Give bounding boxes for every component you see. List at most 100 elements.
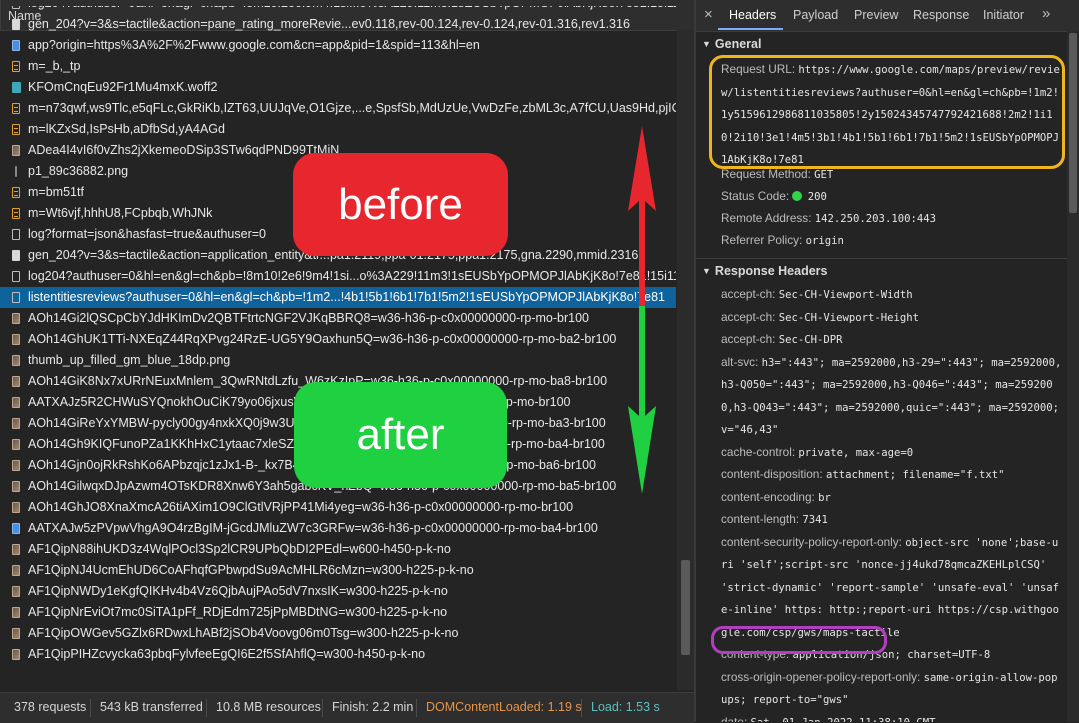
request-method-row: Request Method: GET [721, 164, 1063, 187]
request-name: AF1QipNWDy1eKgfQIKHv4b4Vz6QjbAujPAo5dV7n… [28, 584, 448, 598]
image-file-icon [12, 313, 20, 324]
image-file-icon [12, 502, 20, 513]
request-name: log204?authuser=0&hl=en&gl=ch&pb=!8m10!2… [28, 6, 676, 14]
request-row[interactable]: KFOmCnqEu92Fr1Mu4mxK.woff2 [0, 77, 676, 98]
request-row[interactable]: m=lKZxSd,IsPsHb,aDfbSd,yA4AGd [0, 119, 676, 140]
request-row[interactable]: AF1QipNJ4UcmEhUD6CoAFhqfGPbwpdSu9AcMHLR6… [0, 560, 676, 581]
response-header-row: content-length: 7341 [721, 509, 1063, 532]
response-header-value[interactable]: 7341 [802, 514, 828, 526]
resources-size: 10.8 MB resources [216, 700, 321, 714]
details-scrollbar[interactable] [1067, 31, 1079, 722]
request-name: log204?authuser=0&hl=en&gl=ch&pb=!8m10!2… [28, 269, 676, 283]
request-list-scrollbar[interactable] [677, 30, 694, 690]
request-row[interactable]: AATXAJw5zPVpwVhgA9O4rzBgIM-jGcdJMluZW7c3… [0, 518, 676, 539]
request-name: ADea4I4vI6f0vZhs2jXkemeoDSip3STw6qdPND99… [28, 143, 340, 157]
request-name: AF1QipPIHZcvycka63pbqFylvfeeEgQI6E2f5SfA… [28, 647, 426, 661]
image-file-icon [12, 628, 20, 639]
response-header-row: accept-ch: Sec-CH-Viewport-Height [721, 307, 1063, 330]
referrer-policy-row: Referrer Policy: origin [721, 230, 1063, 253]
response-header-value[interactable]: Sat, 01 Jan 2022 11:38:10 GMT [751, 717, 936, 723]
response-header-row: content-disposition: attachment; filenam… [721, 464, 1063, 487]
request-row[interactable]: m=_b,_tp [0, 56, 676, 77]
request-row-selected[interactable]: listentitiesreviews?authuser=0&hl=en&gl=… [0, 287, 676, 308]
request-row[interactable]: AF1QipPIHZcvycka63pbqFylvfeeEgQI6E2f5SfA… [0, 644, 676, 665]
section-divider [696, 258, 1067, 259]
status-code-key: Status Code: [721, 189, 790, 203]
load-time: Load: 1.53 s [591, 700, 660, 714]
double-arrow-icon [628, 126, 656, 494]
request-row[interactable]: AF1QipOWGev5GZlx6RDwxLhABf2jSOb4Voovg06m… [0, 623, 676, 644]
request-name: thumb_up_filled_gm_blue_18dp.png [28, 353, 231, 367]
request-row[interactable]: AF1QipNrEviOt7mc0SiTA1pFf_RDjEdm725jPpMB… [0, 602, 676, 623]
status-divider [206, 699, 207, 717]
image-file-icon [12, 607, 20, 618]
request-row[interactable]: AOh14Gi2lQSCpCbYJdHKImDv2QBTFtrtcNGF2VJK… [0, 308, 676, 329]
tab-initiator[interactable]: Initiator [983, 8, 1024, 22]
response-header-key: date: [721, 714, 748, 723]
content-type-highlight [711, 626, 887, 654]
dom-content-loaded: DOMContentLoaded: 1.19 s [426, 700, 582, 714]
transferred-size: 543 kB transferred [100, 700, 203, 714]
scrollbar-thumb[interactable] [681, 560, 690, 655]
image-file-icon [12, 145, 20, 156]
status-divider [322, 699, 323, 717]
more-tabs-icon[interactable]: » [1042, 5, 1051, 22]
request-row[interactable]: AOh14GhJO8XnaXmcA26tiAXim1O9ClGtlVRjPP41… [0, 497, 676, 518]
request-name: log?format=json&hasfast=true&authuser=0 [28, 227, 267, 241]
response-header-row: cross-origin-opener-policy-report-only: … [721, 667, 1063, 712]
response-header-row: cache-control: private, max-age=0 [721, 442, 1063, 465]
response-headers-title: Response Headers [714, 264, 828, 278]
response-header-value[interactable]: br [818, 492, 831, 504]
request-name: AOh14GhUK1TTi-NXEqZ44RqXPvg24RzE-UG5Y9Oa… [28, 332, 617, 346]
request-row[interactable]: log204?authuser=0&hl=en&gl=ch&pb=!8m10!2… [0, 6, 676, 14]
image-file-icon [12, 418, 20, 429]
response-header-key: alt-svc: [721, 354, 759, 369]
scrollbar-thumb[interactable] [1069, 33, 1077, 213]
request-row[interactable]: app?origin=https%3A%2F%2Fwww.google.com&… [0, 35, 676, 56]
request-url-highlight [709, 55, 1065, 169]
document-file-icon [12, 19, 20, 30]
close-icon[interactable]: × [704, 6, 713, 23]
tab-preview[interactable]: Preview [854, 8, 898, 22]
request-row[interactable]: AF1QipNWDy1eKgfQIKHv4b4Vz6QjbAujPAo5dV7n… [0, 581, 676, 602]
image-file-icon [12, 334, 20, 345]
request-row[interactable]: AOh14GhUK1TTi-NXEqZ44RqXPvg24RzE-UG5Y9Oa… [0, 329, 676, 350]
response-header-key: content-encoding: [721, 489, 815, 504]
after-label: after [294, 382, 507, 488]
tab-payload[interactable]: Payload [793, 8, 838, 22]
image-file-icon [12, 460, 20, 471]
response-header-key: content-disposition: [721, 467, 823, 481]
referrer-policy-value: origin [805, 235, 844, 247]
request-name: p1_89c36882.png [28, 164, 129, 178]
response-header-row: date: Sat, 01 Jan 2022 11:38:10 GMT [721, 712, 1063, 723]
font-file-icon [12, 82, 21, 93]
requests-count: 378 requests [14, 700, 87, 714]
response-header-value[interactable]: attachment; filename="f.txt" [826, 469, 1005, 481]
request-row[interactable]: m=n73qwf,ws9Tlc,e5qFLc,GkRiKb,IZT63,UUJq… [0, 98, 676, 119]
request-name: listentitiesreviews?authuser=0&hl=en&gl=… [28, 290, 665, 304]
script-file-icon [12, 124, 20, 135]
response-header-value[interactable]: h3=":443"; ma=2592000,h3-29=":443"; ma=2… [721, 357, 1061, 437]
tab-headers[interactable]: Headers [729, 8, 776, 22]
general-section-toggle[interactable]: ▼ General [702, 37, 761, 51]
request-row[interactable]: AF1QipN88ihUKD3z4WqlPOcl3Sp2lCR9UPbQbDI2… [0, 539, 676, 560]
script-file-icon [12, 103, 20, 114]
response-headers-toggle[interactable]: ▼ Response Headers [702, 264, 827, 278]
request-name: app?origin=https%3A%2F%2Fwww.google.com&… [28, 38, 480, 52]
status-code-row: Status Code: 200 [721, 186, 1063, 209]
request-name: m=_b,_tp [28, 59, 81, 73]
response-header-value[interactable]: Sec-CH-DPR [779, 334, 843, 346]
response-header-value[interactable]: Sec-CH-Viewport-Height [779, 312, 919, 324]
response-header-value[interactable]: object-src 'none';base-uri 'self';script… [721, 537, 1059, 639]
request-row[interactable]: log204?authuser=0&hl=en&gl=ch&pb=!8m10!2… [0, 266, 676, 287]
status-ok-icon [792, 191, 803, 201]
tab-response[interactable]: Response [913, 8, 969, 22]
response-header-key: accept-ch: [721, 332, 776, 346]
response-header-value[interactable]: private, max-age=0 [798, 447, 913, 459]
response-header-value[interactable]: Sec-CH-Viewport-Width [779, 289, 913, 301]
image-file-icon [12, 376, 20, 387]
before-label: before [293, 153, 508, 256]
request-row[interactable]: gen_204?v=3&s=tactile&action=pane_rating… [0, 14, 676, 35]
request-row[interactable]: thumb_up_filled_gm_blue_18dp.png [0, 350, 676, 371]
response-header-row: alt-svc: h3=":443"; ma=2592000,h3-29=":4… [721, 352, 1063, 442]
